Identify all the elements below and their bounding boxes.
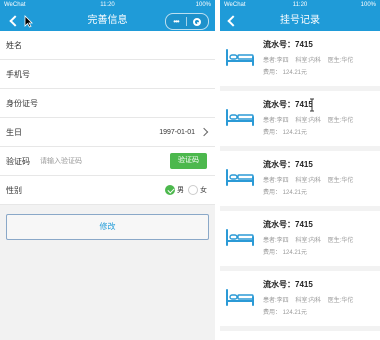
more-dots-icon[interactable]: ••• [166,14,186,29]
gender-field: 性别 男 女 [0,176,215,205]
mini-program-capsule[interactable]: ••• [165,13,209,30]
right-phone-screen: WeChat 11:20 100% 挂号记录 流水号：7415 患者:李四 科室… [220,0,380,340]
serial-number: 流水号：7415 [263,100,313,109]
record-card[interactable]: 流水号：7415 患者:李四 科室:内科 医生:华佗 费用： 124.21元 [220,211,380,271]
doctor-name: 医生:华佗 [327,298,354,304]
modify-button[interactable]: 修改 [6,214,209,240]
fee-text: 费用： 124.21元 [263,250,308,256]
department: 科室:内科 [295,118,322,124]
phone-field[interactable]: 手机号 [0,60,215,89]
serial-number: 流水号：7415 [263,160,313,169]
status-bar: WeChat 11:20 100% [0,0,215,10]
records-title: 挂号记录 [280,15,320,26]
screens-container: WeChat 11:20 100% 完善信息 ••• 姓名 手机号 身份证号 生… [0,0,380,340]
record-meta: 患者:李四 科室:内科 医生:华佗 [263,235,358,244]
doctor-name: 医生:华佗 [327,58,354,64]
phone-label: 手机号 [6,69,30,79]
record-card[interactable]: 流水号：7415 患者:李四 科室:内科 医生:华佗 费用： 124.21元 [220,271,380,331]
text-cursor-icon [310,98,314,112]
record-meta: 患者:李四 科室:内科 医生:华佗 [263,175,358,184]
fee-text: 费用： 124.21元 [263,130,308,136]
profile-form: 姓名 手机号 身份证号 生日 1997-01-01 验证码 请输入验证码 验证码… [0,31,215,205]
fee-text: 费用： 124.21元 [263,190,308,196]
record-card[interactable]: 流水号：7415 患者:李四 科室:内科 医生:华佗 费用： 124.21元 [220,91,380,151]
fee-text: 费用： 124.21元 [263,70,308,76]
code-label: 验证码 [6,156,30,166]
status-bar-right: WeChat 11:20 100% [220,0,380,10]
status-time-right: 11:20 [292,2,308,8]
birthday-label: 生日 [6,127,22,137]
close-target-icon[interactable] [187,17,207,26]
gender-male-radio[interactable]: 男 [165,185,184,195]
gender-radio-group: 男 女 [165,185,207,195]
serial-number: 流水号：7415 [263,40,313,49]
name-label: 姓名 [6,40,22,50]
record-meta: 患者:李四 科室:内科 医生:华佗 [263,295,358,304]
patient-name: 患者:李四 [263,298,289,304]
bed-icon [226,169,254,186]
bed-icon [226,109,254,126]
battery-text: 100% [195,2,211,8]
status-time: 11:20 [100,2,115,8]
serial-number: 流水号：7415 [263,220,313,229]
bed-icon [226,289,254,306]
gender-label: 性别 [6,185,22,195]
battery-text-right: 100% [360,2,376,8]
record-card[interactable]: 流水号：7415 患者:李四 科室:内科 医生:华佗 费用： 124.21元 [220,31,380,91]
bed-icon [226,229,254,246]
records-list: 流水号：7415 患者:李四 科室:内科 医生:华佗 费用： 124.21元 流… [220,31,380,331]
idcard-label: 身份证号 [6,98,38,108]
gender-male-label: 男 [177,187,184,194]
left-phone-screen: WeChat 11:20 100% 完善信息 ••• 姓名 手机号 身份证号 生… [0,0,215,340]
doctor-name: 医生:华佗 [327,238,354,244]
gender-female-radio[interactable]: 女 [188,185,207,195]
radio-checked-icon [165,185,175,195]
birthday-picker[interactable]: 生日 1997-01-01 [0,118,215,147]
radio-unchecked-icon [188,185,198,195]
nav-bar-right: 挂号记录 [220,10,380,31]
department: 科室:内科 [295,298,322,304]
chevron-right-icon [199,127,209,137]
get-code-button[interactable]: 验证码 [170,153,207,169]
patient-name: 患者:李四 [263,58,289,64]
mouse-cursor-icon [24,15,33,28]
name-field[interactable]: 姓名 [0,31,215,60]
fee-text: 费用： 124.21元 [263,310,308,316]
idcard-field[interactable]: 身份证号 [0,89,215,118]
department: 科室:内科 [295,238,322,244]
record-card[interactable]: 流水号：7415 患者:李四 科室:内科 医生:华佗 费用： 124.21元 [220,151,380,211]
code-field[interactable]: 验证码 请输入验证码 验证码 [0,147,215,176]
bed-icon [226,49,254,66]
code-input[interactable]: 请输入验证码 [40,156,82,166]
record-meta: 患者:李四 科室:内科 医生:华佗 [263,55,358,64]
gender-female-label: 女 [200,187,207,194]
record-meta: 患者:李四 科室:内科 医生:华佗 [263,115,358,124]
birthday-value: 1997-01-01 [159,128,195,136]
department: 科室:内科 [295,58,322,64]
doctor-name: 医生:华佗 [327,178,354,184]
patient-name: 患者:李四 [263,118,289,124]
patient-name: 患者:李四 [263,238,289,244]
doctor-name: 医生:华佗 [327,118,354,124]
patient-name: 患者:李四 [263,178,289,184]
serial-number: 流水号：7415 [263,280,313,289]
department: 科室:内科 [295,178,322,184]
